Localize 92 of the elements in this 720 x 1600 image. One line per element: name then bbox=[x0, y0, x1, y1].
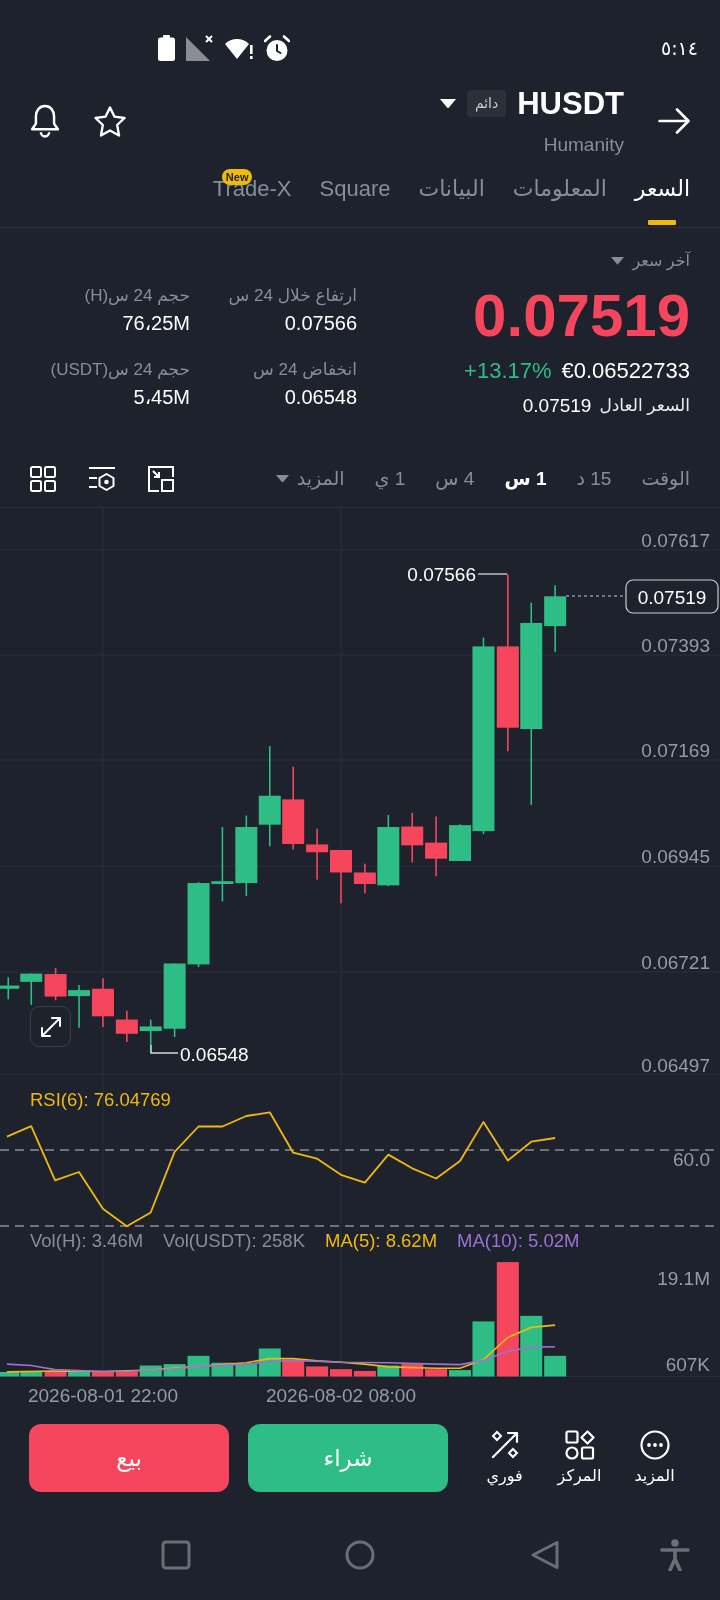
stat-value: 5،45M bbox=[133, 385, 190, 410]
volume-axis-label: 19.1M bbox=[657, 1267, 710, 1289]
low-price-leader bbox=[150, 1044, 179, 1054]
expand-icon bbox=[39, 1015, 62, 1038]
wifi-warning-icon bbox=[225, 36, 253, 60]
fair-price-label: السعر العادل bbox=[599, 395, 690, 417]
accessibility-icon bbox=[660, 1539, 690, 1571]
indicator-settings-button[interactable] bbox=[88, 465, 116, 492]
stat-value: 76،25M bbox=[122, 311, 190, 336]
stat-value: 0.06548 bbox=[284, 385, 357, 410]
current-price-line bbox=[565, 595, 626, 597]
rsi-legend: RSI(6): 76.04769 bbox=[30, 1089, 171, 1111]
list-hexagon-icon bbox=[88, 465, 116, 492]
falling-candle bbox=[425, 815, 448, 877]
fair-price-value: 0.07519 bbox=[522, 394, 592, 418]
more-intervals-button[interactable]: المزيد bbox=[275, 465, 345, 492]
high-price-label: 0.07566 bbox=[407, 563, 476, 585]
volume-legend: Vol(H): 3.46M bbox=[30, 1230, 144, 1252]
tab[interactable]: Square bbox=[319, 164, 391, 227]
battery-icon bbox=[158, 35, 175, 61]
status-time: ٥:١٤ bbox=[660, 37, 698, 59]
sell-button[interactable]: بيع bbox=[29, 1424, 229, 1492]
fullscreen-button[interactable] bbox=[30, 1006, 71, 1047]
caret-down-icon bbox=[275, 474, 289, 483]
interval-tab[interactable]: الوقت bbox=[641, 465, 690, 492]
volume-axis-label: 607K bbox=[665, 1353, 710, 1375]
stat-label: ارتفاع خلال 24 س bbox=[228, 285, 357, 308]
caret-down-icon bbox=[439, 98, 456, 109]
rsi-axis-label: 60.0 bbox=[673, 1148, 710, 1170]
star-icon bbox=[94, 105, 126, 137]
accessibility-button[interactable] bbox=[660, 1539, 690, 1571]
favorite-button[interactable] bbox=[94, 105, 126, 137]
interval-tab[interactable]: 15 د bbox=[576, 465, 612, 492]
ellipsis-circle-icon bbox=[639, 1430, 670, 1460]
interval-tab[interactable]: 1 س bbox=[504, 465, 547, 492]
grid-icon bbox=[30, 465, 56, 492]
low-price-label: 0.06548 bbox=[180, 1043, 249, 1065]
rising-candle bbox=[20, 972, 43, 1006]
time-axis-label: 2026-08-01 22:00 bbox=[28, 1384, 178, 1406]
volume-legend: MA(5): 8.62M bbox=[325, 1230, 438, 1252]
price-axis-label: 0.07393 bbox=[641, 634, 710, 656]
falling-candle bbox=[401, 811, 424, 864]
shapes-grid-icon bbox=[564, 1430, 595, 1460]
tab[interactable]: المعلومات bbox=[512, 164, 607, 227]
time-axis-label: 2026-08-02 08:00 bbox=[266, 1384, 416, 1406]
tab[interactable]: البيانات bbox=[418, 164, 485, 227]
price-change: +13.17% bbox=[464, 357, 552, 385]
price-axis-label: 0.07617 bbox=[641, 529, 710, 551]
back-nav-button[interactable] bbox=[530, 1540, 560, 1570]
pair-name: Humanity bbox=[543, 133, 624, 156]
interval-tab[interactable]: 4 س bbox=[435, 465, 475, 492]
tab[interactable]: السعر bbox=[634, 164, 690, 227]
square-icon bbox=[161, 1540, 191, 1570]
price-axis-label: 0.06945 bbox=[641, 845, 710, 867]
chart-resize-button[interactable] bbox=[148, 465, 174, 492]
falling-candle bbox=[44, 967, 67, 1002]
recents-button[interactable] bbox=[161, 1540, 191, 1570]
price-type-dropdown[interactable]: آخر سعر bbox=[611, 248, 690, 274]
circle-icon bbox=[345, 1540, 375, 1570]
interval-tab[interactable]: 1 ي bbox=[374, 465, 406, 492]
shortcut-button[interactable]: المركز bbox=[542, 1424, 617, 1492]
box-arrow-icon bbox=[148, 465, 174, 492]
stat-label: انخفاض 24 س bbox=[253, 359, 357, 381]
price-axis-label: 0.06497 bbox=[641, 1054, 710, 1075]
signal-icon bbox=[186, 35, 214, 61]
shortcut-button[interactable]: المزيد bbox=[617, 1424, 692, 1492]
fiat-price: €0.06522733 bbox=[561, 357, 690, 385]
price-axis-label: 0.06721 bbox=[641, 951, 710, 973]
price-axis-label: 0.07169 bbox=[641, 739, 710, 761]
alerts-button[interactable] bbox=[30, 104, 60, 138]
bell-icon bbox=[30, 104, 60, 138]
volume-legend: MA(10): 5.02M bbox=[457, 1230, 580, 1252]
alarm-clock-icon bbox=[264, 34, 290, 62]
stat-label: حجم 24 س(USDT) bbox=[50, 359, 190, 381]
current-price-tag: 0.07519 bbox=[625, 579, 719, 614]
contract-type-badge: دائم bbox=[466, 90, 507, 117]
shortcut-button[interactable]: فوري bbox=[467, 1424, 542, 1492]
stat-label: حجم 24 س(H) bbox=[84, 285, 190, 307]
arrow-diamonds-icon bbox=[489, 1430, 520, 1460]
last-price: 0.07519 bbox=[473, 284, 690, 348]
pair-symbol: HUSDT bbox=[517, 86, 624, 121]
home-button[interactable] bbox=[345, 1540, 375, 1570]
rising-candle bbox=[0, 976, 20, 1001]
volume-legend: Vol(USDT): 258K bbox=[163, 1230, 305, 1252]
arrow-right-icon bbox=[658, 108, 690, 134]
high-price-leader bbox=[477, 573, 508, 575]
caret-down-icon bbox=[611, 257, 625, 265]
layout-button[interactable] bbox=[30, 465, 56, 492]
back-button[interactable] bbox=[658, 108, 690, 134]
stat-value: 0.07566 bbox=[284, 311, 357, 336]
triangle-back-icon bbox=[530, 1540, 560, 1570]
rising-candle bbox=[68, 984, 91, 1029]
